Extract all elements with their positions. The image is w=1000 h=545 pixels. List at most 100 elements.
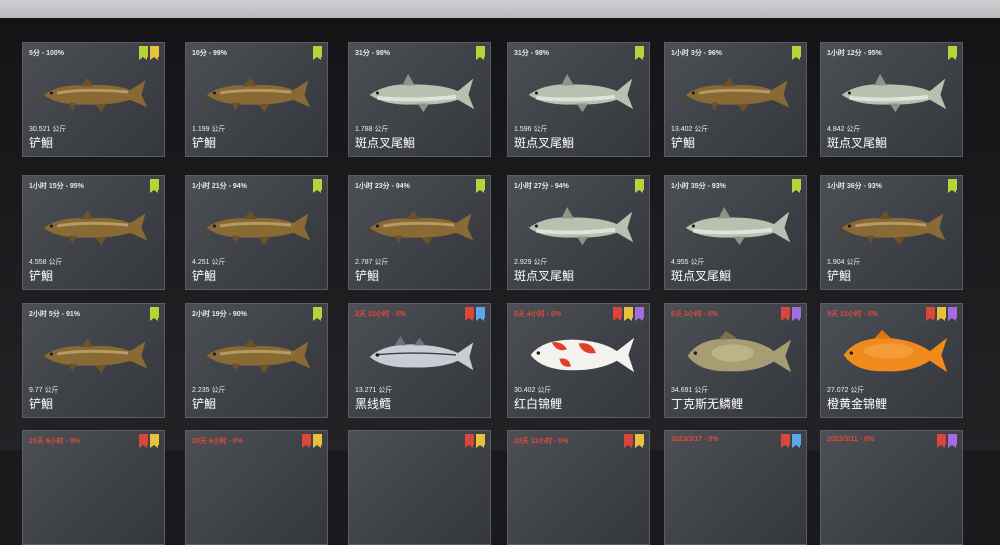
fish-card[interactable]: 20天 6小时 - 0% [22,430,165,545]
fish-card[interactable]: 1小时 3分 - 96% 13.402 公斤 铲鮰 [664,42,807,157]
catfish-fish-icon [679,67,795,119]
badge-group [948,46,957,60]
badge-group [139,46,159,60]
fish-card[interactable]: 2小时 5分 - 91% 9.77 公斤 铲鮰 [22,303,165,418]
green-bookmark-icon [313,179,322,193]
badge-group [465,307,485,321]
fish-card[interactable]: 1小时 36分 - 93% 1.904 公斤 铲鮰 [820,175,963,290]
fish-card[interactable] [348,430,491,545]
catch-time-label: 2小时 19分 - 90% [192,311,247,318]
fish-card[interactable]: 20天 11小时 - 0% [507,430,650,545]
fish-card[interactable]: 9天 13小时 - 0% 27.072 公斤橙黄金锦鲤 [820,303,963,418]
green-bookmark-icon [313,46,322,60]
catch-time-label: 31分 - 98% [355,50,391,57]
badge-group [792,46,801,60]
green-bookmark-icon [476,46,485,60]
fish-card[interactable]: 20天 6小时 - 0% [185,430,328,545]
fish-card[interactable]: 2023/3/17 - 0% [664,430,807,545]
catch-time-label: 2天 10小时 - 0% [355,311,406,318]
fish-name: 斑点叉尾鮰 [671,269,732,283]
fish-card[interactable]: 1小时 27分 - 94% 2.929 公斤 斑点叉尾鮰 [507,175,650,290]
fish-card[interactable]: 1小时 12分 - 95% 4.842 公斤 斑点叉尾鮰 [820,42,963,157]
channel-catfish-fish-icon [523,200,638,252]
yellow-bookmark-icon [476,434,485,448]
yellow-bookmark-icon [937,307,946,321]
badge-group [313,179,322,193]
fish-card[interactable]: 31分 - 98% 1.788 公斤 斑点叉尾鮰 [348,42,491,157]
catfish-fish-icon [37,67,153,119]
blue-bookmark-icon [792,434,801,448]
fish-weight: 4.251 公斤 [192,259,226,266]
fish-card[interactable]: 5天 4小时 - 0% 30.402 公斤 红白锦鲤 [507,303,650,418]
haddock-fish-icon [364,328,479,380]
fish-keepnet-grid: 5分 - 100% 30.521 公斤 铲鮰 10分 - 99% 1.199 公斤铲… [0,18,1000,545]
catfish-fish-icon [37,328,153,380]
channel-catfish-fish-icon [364,67,479,119]
fish-card[interactable]: 2小时 19分 - 90% 2.235 公斤 铲鮰 [185,303,328,418]
red-bookmark-icon [781,434,790,448]
badge-group [948,179,957,193]
green-bookmark-icon [792,179,801,193]
red-bookmark-icon [302,434,311,448]
green-bookmark-icon [313,307,322,321]
fish-card[interactable]: 31分 - 98% 1.596 公斤 斑点叉尾鮰 [507,42,650,157]
catfish-fish-icon [835,200,951,252]
fish-card[interactable]: 1小时 23分 - 94% 2.787 公斤 铲鮰 [348,175,491,290]
fish-card[interactable]: 2023/3/11 - 0% [820,430,963,545]
badge-group [781,307,801,321]
yellow-bookmark-icon [624,307,633,321]
badge-group [139,434,159,448]
fish-card[interactable]: 2天 10小时 - 0% 13.271 公斤 黑线鳕 [348,303,491,418]
purple-bookmark-icon [635,307,644,321]
yellow-bookmark-icon [635,434,644,448]
fish-name: 黑线鳕 [355,397,392,411]
catch-time-label: 2023/3/11 - 0% [827,436,875,443]
red-bookmark-icon [465,434,474,448]
badge-group [465,434,485,448]
badge-group [150,179,159,193]
catch-time-label: 9天 13小时 - 0% [827,311,878,318]
fish-weight: 9.77 公斤 [29,387,59,394]
carp-fish-icon [680,328,795,380]
badge-group [613,307,644,321]
catch-time-label: 1小时 12分 - 95% [827,50,882,57]
green-bookmark-icon [948,46,957,60]
fish-card[interactable]: 5分 - 100% 30.521 公斤 铲鮰 [22,42,165,157]
fish-card[interactable]: 1小时 21分 - 94% 4.251 公斤 铲鮰 [185,175,328,290]
catch-time-label: 5天 4小时 - 0% [514,311,562,318]
catfish-fish-icon [37,200,153,252]
fish-weight: 1.596 公斤 [514,126,548,133]
fish-card[interactable]: 6天 3小时 - 0% 34.691 公斤 丁克斯无鳞鲤 [664,303,807,418]
catch-time-label: 5分 - 100% [29,50,65,57]
green-bookmark-icon [948,179,957,193]
channel-catfish-fish-icon [523,67,638,119]
fish-weight: 30.402 公斤 [514,387,552,394]
fish-name: 橙黄金锦鲤 [827,397,888,411]
channel-catfish-fish-icon [836,67,951,119]
fish-card[interactable]: 1小时 35分 - 93% 4.955 公斤 斑点叉尾鮰 [664,175,807,290]
fish-name: 铲鮰 [29,269,54,283]
red-bookmark-icon [139,434,148,448]
fish-card[interactable]: 10分 - 99% 1.199 公斤 铲鮰 [185,42,328,157]
fish-name: 铲鮰 [671,136,696,150]
fish-weight: 27.072 公斤 [827,387,865,394]
catch-time-label: 20天 6小时 - 0% [192,438,243,445]
catch-time-label: 1小时 21分 - 94% [192,183,247,190]
catch-time-label: 1小时 3分 - 96% [671,50,722,57]
red-bookmark-icon [465,307,474,321]
fish-weight: 1.788 公斤 [355,126,389,133]
green-bookmark-icon [139,46,148,60]
badge-group [635,46,644,60]
badge-group [476,179,485,193]
fish-name: 铲鮰 [355,269,380,283]
channel-catfish-fish-icon [680,200,795,252]
catch-time-label: 1小时 15分 - 95% [29,183,84,190]
red-bookmark-icon [781,307,790,321]
fish-card[interactable]: 1小时 15分 - 95% 4.558 公斤 铲鮰 [22,175,165,290]
fish-name: 铲鮰 [192,397,217,411]
catch-time-label: 1小时 36分 - 93% [827,183,882,190]
fish-name: 铲鮰 [29,136,54,150]
badge-group [926,307,957,321]
orange-koi-fish-icon [836,328,951,380]
fish-weight: 34.691 公斤 [671,387,709,394]
